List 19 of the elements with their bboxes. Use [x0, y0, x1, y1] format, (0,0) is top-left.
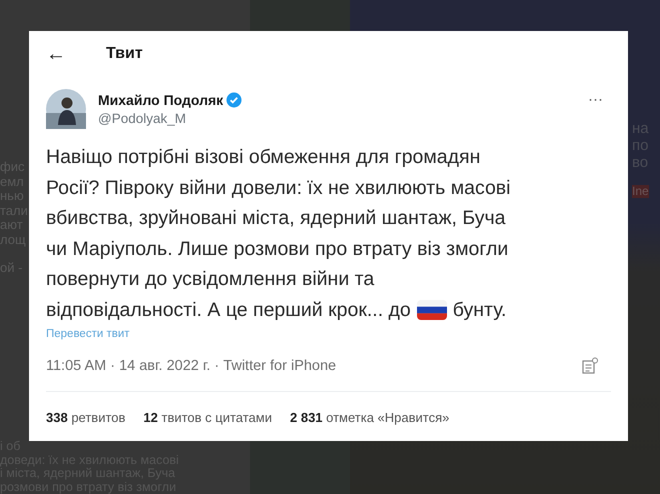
page-title: Твит — [106, 45, 143, 63]
stat-link[interactable]: 2 831 отметка «Нравится» — [290, 410, 450, 425]
tweet-text: Росії? Півроку війни довели: їх не хвилюють масові — [46, 176, 512, 200]
tweet-text: повернути до усвідомлення війни та — [46, 267, 376, 292]
tweet-text: вбивства, зруйновані міста, ядерний шантаж, Буча — [46, 206, 506, 231]
tweet-text: відповідальності. А це перший крок... до — [46, 298, 411, 322]
author-handle[interactable]: @Podolyak_M — [98, 111, 576, 126]
more-button[interactable]: ··· — [588, 91, 603, 108]
avatar — [46, 89, 86, 129]
stat-link[interactable]: 338 ретвитов — [46, 410, 126, 425]
flag-icon — [416, 300, 447, 320]
tweet-text: Навіщо потрібні візові обмеження для громадян — [46, 145, 482, 170]
tweet-text: чи Маріуполь. Лише розмови про втрату віз змогли — [46, 236, 510, 262]
analytics-icon[interactable] — [582, 357, 598, 374]
author-name[interactable]: Михайло Подоляк — [98, 92, 224, 108]
back-button[interactable]: ← — [46, 44, 66, 64]
tweet-text: бунту. — [452, 298, 506, 322]
stat-link[interactable]: 12 твитов с цитатами — [143, 410, 272, 425]
tweet-timestamp: 11:05 AM · 14 авг. 2022 г. · Twitter for iPhone — [46, 358, 336, 374]
